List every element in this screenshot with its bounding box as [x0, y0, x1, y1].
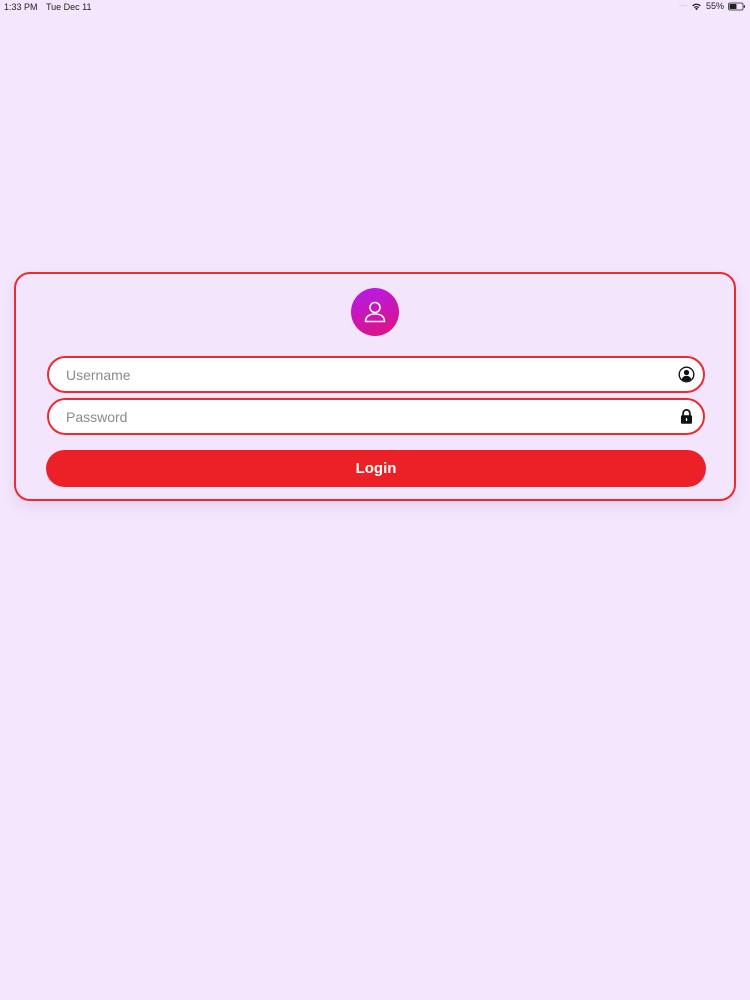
- signal-dots-icon: ····: [678, 3, 687, 9]
- username-input[interactable]: [66, 358, 656, 391]
- user-icon: [364, 301, 386, 323]
- password-input[interactable]: [66, 400, 656, 433]
- status-date: Tue Dec 11: [46, 2, 92, 12]
- login-screen: 1:33 PM Tue Dec 11 ···· 55% Username Log…: [0, 0, 750, 1000]
- username-field[interactable]: [47, 356, 705, 393]
- login-button[interactable]: Login: [46, 450, 706, 487]
- status-bar: 1:33 PM Tue Dec 11 ···· 55%: [0, 0, 750, 14]
- status-indicators: ···· 55%: [679, 1, 746, 11]
- battery-icon: [728, 2, 745, 10]
- status-time: 1:33 PM: [4, 2, 38, 12]
- avatar: [351, 288, 399, 336]
- wifi-icon: [692, 3, 701, 10]
- login-card: Login: [14, 272, 736, 501]
- password-field[interactable]: [47, 398, 705, 435]
- lock-icon: [678, 408, 695, 425]
- battery-percent: 55%: [705, 1, 724, 11]
- user-circle-icon: [678, 366, 695, 383]
